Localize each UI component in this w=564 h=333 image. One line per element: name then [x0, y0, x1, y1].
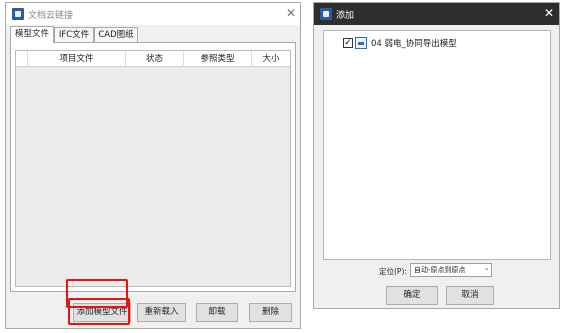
highlight-box: [66, 279, 128, 308]
close-icon[interactable]: ✕: [284, 6, 298, 20]
checkbox[interactable]: ✓: [343, 38, 353, 48]
title-bar: 文档云链接 ✕: [6, 3, 300, 25]
tab-model-files[interactable]: 模型文件: [10, 26, 54, 43]
ok-button[interactable]: 确定: [386, 286, 438, 305]
column-size[interactable]: 大小: [252, 51, 290, 67]
table-header: 项目文件 状态 参照类型 大小: [16, 51, 290, 67]
add-dialog: 添加 ✕ ✓ 04 弱电_协同导出模型 定位(P): 自动-原点到原点 ⌄ 确定…: [313, 2, 560, 309]
title-bar: 添加 ✕: [314, 3, 559, 25]
column-reference-type[interactable]: 参照类型: [184, 51, 252, 67]
document-cloud-link-dialog: 文档云链接 ✕ 模型文件 IFC文件 CAD图纸 项目文件 状态 参照类型 大小…: [5, 2, 301, 329]
delete-button[interactable]: 删除: [249, 303, 292, 322]
cancel-button[interactable]: 取消: [446, 286, 494, 305]
unload-button[interactable]: 卸载: [196, 303, 238, 322]
column-status[interactable]: 状态: [126, 51, 184, 67]
dialog-title: 添加: [336, 11, 355, 21]
tree-item-label[interactable]: 04 弱电_协同导出模型: [371, 37, 457, 49]
app-icon: [12, 8, 24, 20]
file-table[interactable]: 项目文件 状态 参照类型 大小: [15, 50, 291, 287]
close-icon[interactable]: ✕: [542, 6, 556, 20]
chevron-down-icon[interactable]: ⌄: [484, 264, 490, 272]
tab-ifc-files[interactable]: IFC文件: [54, 27, 94, 42]
location-label: 定位(P):: [379, 267, 407, 276]
app-icon: [320, 8, 332, 20]
header-spacer: [16, 51, 28, 67]
column-project-file[interactable]: 项目文件: [28, 51, 126, 67]
file-icon: [355, 37, 367, 49]
tab-cad-drawings[interactable]: CAD图纸: [94, 27, 138, 42]
dialog-title: 文档云链接: [28, 11, 74, 21]
reload-button[interactable]: 重新载入: [137, 303, 186, 322]
location-select[interactable]: 自动-原点到原点: [410, 263, 492, 277]
model-tree: ✓ 04 弱电_协同导出模型: [323, 30, 551, 260]
